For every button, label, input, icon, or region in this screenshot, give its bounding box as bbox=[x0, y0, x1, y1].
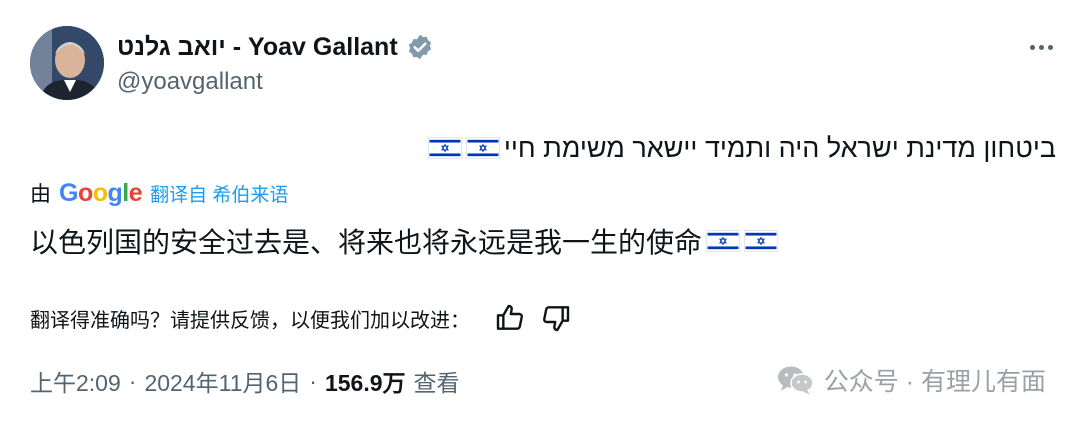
avatar-image bbox=[30, 26, 104, 100]
author-handle[interactable]: @yoavgallant bbox=[117, 68, 263, 96]
translation-feedback: 翻译得准确吗？请提供反馈，以便我们加以改进： bbox=[30, 298, 572, 338]
wechat-icon bbox=[777, 366, 814, 395]
translated-text: 以色列国的安全过去是、将来也将永远是我一生的使命 bbox=[30, 227, 703, 258]
view-count: 156.9万 bbox=[324, 370, 406, 396]
author-name-row: יואב גלנט - Yoav Gallant bbox=[117, 30, 434, 64]
views-label: 查看 bbox=[413, 370, 460, 396]
wechat-watermark: 公众号 · 有理儿有面 bbox=[776, 360, 1046, 400]
thumbs-down-icon[interactable] bbox=[540, 302, 572, 334]
israel-flag bbox=[744, 230, 779, 252]
display-name[interactable]: יואב גלנט - Yoav Gallant bbox=[117, 33, 398, 62]
israel-flag bbox=[706, 230, 741, 252]
google-logo: Google bbox=[59, 178, 143, 207]
translation-attribution: 由 Google 翻译自 希伯来语 bbox=[30, 176, 288, 210]
israel-flag bbox=[465, 137, 500, 159]
watermark-text: 公众号 · 有理儿有面 bbox=[823, 368, 1046, 396]
israel-flag bbox=[427, 137, 462, 159]
feedback-question: 翻译得准确吗？请提供反馈，以便我们加以改进： bbox=[30, 309, 470, 332]
verified-badge-icon bbox=[408, 34, 431, 60]
tweet-translated-text: 以色列国的安全过去是、将来也将永远是我一生的使命 bbox=[30, 219, 779, 263]
avatar[interactable] bbox=[30, 26, 104, 100]
meta-separator: · bbox=[309, 367, 317, 394]
meta-separator: · bbox=[128, 367, 137, 394]
tweet-date[interactable]: 2024年11月6日 bbox=[144, 364, 301, 398]
thumbs-up-icon[interactable] bbox=[494, 302, 526, 334]
tweet-time[interactable]: 上午2:09 bbox=[30, 364, 121, 398]
original-text: ביטחון מדינת ישראל היה ותמיד יישאר משימת… bbox=[503, 132, 1056, 163]
tweet-meta: 上午2:09 · 2024年11月6日 · 156.9万 查看 bbox=[30, 362, 460, 400]
more-horizontal-icon[interactable] bbox=[1024, 30, 1058, 64]
translated-by-label: 由 bbox=[30, 183, 51, 206]
tweet-original-text: ביטחון מדינת ישראל היה ותמיד יישאר משימת… bbox=[427, 128, 1056, 168]
translate-source-link[interactable]: 翻译自 希伯来语 bbox=[150, 180, 288, 207]
